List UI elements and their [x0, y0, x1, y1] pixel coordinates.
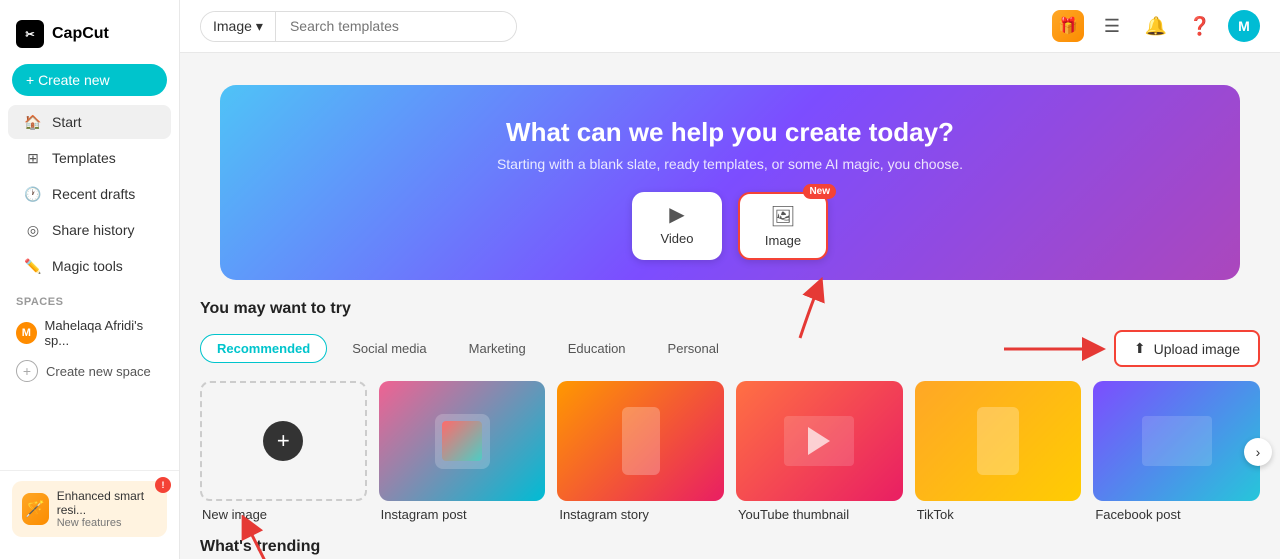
sidebar-item-start[interactable]: 🏠 Start — [8, 105, 171, 139]
sidebar-item-recent-drafts[interactable]: 🕐 Recent drafts — [8, 177, 171, 211]
youtube-thumb — [736, 381, 903, 501]
share-icon: ◎ — [24, 221, 42, 239]
sidebar-item-recent-drafts-label: Recent drafts — [52, 186, 135, 202]
bell-button[interactable]: 🔔 — [1140, 10, 1172, 42]
search-area: Image ▾ — [200, 11, 517, 42]
template-card-facebook-post[interactable]: Facebook post — [1093, 381, 1260, 522]
layout-icon: ☰ — [1104, 16, 1120, 37]
hero-banner: What can we help you create today? Start… — [220, 85, 1240, 280]
upload-image-button[interactable]: ⬆ Upload image — [1114, 330, 1260, 367]
hero-video-label: Video — [660, 231, 693, 246]
upload-image-label: Upload image — [1154, 341, 1240, 357]
tab-education[interactable]: Education — [551, 334, 643, 363]
tab-recommended[interactable]: Recommended — [200, 334, 327, 363]
sidebar-bottom: 🪄 Enhanced smart resi... New features ! — [0, 470, 179, 547]
tab-personal[interactable]: Personal — [651, 334, 736, 363]
new-image-thumb: + — [200, 381, 367, 501]
tiktok-thumb — [915, 381, 1082, 501]
gift-icon: 🎁 — [1052, 10, 1084, 42]
template-card-instagram-post[interactable]: Instagram post — [379, 381, 546, 522]
templates-next-button[interactable]: › — [1244, 438, 1272, 466]
sidebar-item-templates-label: Templates — [52, 150, 116, 166]
help-button[interactable]: ❓ — [1184, 10, 1216, 42]
sidebar-item-share-history[interactable]: ◎ Share history — [8, 213, 171, 247]
you-may-want-title: You may want to try — [200, 300, 1260, 318]
trending-title: What's trending — [200, 538, 1260, 556]
hero-video-button[interactable]: ▶ Video — [632, 192, 722, 260]
templates-icon: ⊞ — [24, 149, 42, 167]
enhanced-info: Enhanced smart resi... New features — [57, 489, 157, 529]
new-image-label: New image — [200, 507, 367, 522]
enhanced-subtitle: New features — [57, 517, 157, 529]
space-avatar: M — [16, 322, 37, 344]
create-space-button[interactable]: + Create new space — [0, 354, 179, 388]
help-icon: ❓ — [1189, 16, 1211, 37]
space-name: Mahelaqa Afridi's sp... — [45, 318, 163, 348]
home-icon: 🏠 — [24, 113, 42, 131]
arrow-to-upload-button — [994, 329, 1114, 369]
enhanced-title: Enhanced smart resi... — [57, 489, 157, 517]
clock-icon: 🕐 — [24, 185, 42, 203]
logo-icon: ✂ — [16, 20, 44, 48]
video-icon: ▶ — [669, 202, 684, 227]
template-card-instagram-story[interactable]: Instagram story — [557, 381, 724, 522]
facebook-thumb — [1093, 381, 1260, 501]
plus-circle-icon: + — [16, 360, 38, 382]
youtube-thumbnail-label: YouTube thumbnail — [736, 507, 903, 522]
hero-image-button[interactable]: New 🖼 Image — [738, 192, 828, 260]
you-may-want-section: You may want to try Recommended Social m… — [200, 300, 1260, 522]
new-badge: New — [803, 184, 836, 199]
enhanced-icon: 🪄 — [22, 493, 49, 525]
instagram-story-label: Instagram story — [557, 507, 724, 522]
search-type-label: Image — [213, 18, 252, 34]
logo-text: CapCut — [52, 25, 109, 43]
sidebar: ✂ CapCut + Create new 🏠 Start ⊞ Template… — [0, 0, 180, 559]
content-area: What can we help you create today? Start… — [180, 53, 1280, 559]
bell-icon: 🔔 — [1145, 16, 1167, 37]
tiktok-label: TikTok — [915, 507, 1082, 522]
instagram-post-label: Instagram post — [379, 507, 546, 522]
search-input[interactable] — [276, 12, 516, 40]
logo-area: ✂ CapCut — [0, 12, 179, 64]
instagram-story-thumb — [557, 381, 724, 501]
layout-button[interactable]: ☰ — [1096, 10, 1128, 42]
sidebar-item-start-label: Start — [52, 114, 82, 130]
image-icon: 🖼 — [770, 204, 795, 229]
hero-title: What can we help you create today? — [240, 117, 1220, 148]
topbar-icons: 🎁 ☰ 🔔 ❓ M — [1052, 10, 1260, 42]
hero-buttons: ▶ Video New 🖼 Image — [240, 192, 1220, 260]
template-grid: + New image — [200, 381, 1260, 522]
template-card-youtube-thumbnail[interactable]: YouTube thumbnail — [736, 381, 903, 522]
tab-social-media[interactable]: Social media — [335, 334, 443, 363]
instagram-post-thumb — [379, 381, 546, 501]
space-item[interactable]: M Mahelaqa Afridi's sp... — [0, 312, 179, 354]
notification-dot: ! — [155, 477, 171, 493]
chevron-down-icon: ▾ — [256, 18, 263, 35]
spaces-label: Spaces — [0, 284, 179, 312]
upload-icon: ⬆ — [1134, 340, 1146, 357]
sidebar-item-magic-tools[interactable]: ✏️ Magic tools — [8, 249, 171, 283]
sidebar-item-share-history-label: Share history — [52, 222, 134, 238]
magic-icon: ✏️ — [24, 257, 42, 275]
create-space-label: Create new space — [46, 364, 151, 379]
template-card-new-image[interactable]: + New image — [200, 381, 367, 522]
filter-tabs-area: Recommended Social media Marketing Educa… — [200, 330, 1260, 367]
new-image-plus-icon: + — [263, 421, 303, 461]
facebook-post-label: Facebook post — [1093, 507, 1260, 522]
template-card-tiktok[interactable]: TikTok — [915, 381, 1082, 522]
topbar: Image ▾ 🎁 ☰ 🔔 ❓ M — [180, 0, 1280, 53]
user-avatar[interactable]: M — [1228, 10, 1260, 42]
hero-image-label: Image — [765, 233, 801, 248]
tab-marketing[interactable]: Marketing — [452, 334, 543, 363]
search-type-button[interactable]: Image ▾ — [201, 12, 276, 41]
sidebar-item-magic-tools-label: Magic tools — [52, 258, 123, 274]
hero-subtitle: Starting with a blank slate, ready templ… — [240, 156, 1220, 172]
trending-section: What's trending — [200, 538, 1260, 559]
enhanced-card[interactable]: 🪄 Enhanced smart resi... New features ! — [12, 481, 167, 537]
create-new-button[interactable]: + Create new — [12, 64, 167, 96]
main-content: Image ▾ 🎁 ☰ 🔔 ❓ M What can we help you c — [180, 0, 1280, 559]
sidebar-item-templates[interactable]: ⊞ Templates — [8, 141, 171, 175]
tabs-left: Recommended Social media Marketing Educa… — [200, 334, 736, 363]
gift-button[interactable]: 🎁 — [1052, 10, 1084, 42]
